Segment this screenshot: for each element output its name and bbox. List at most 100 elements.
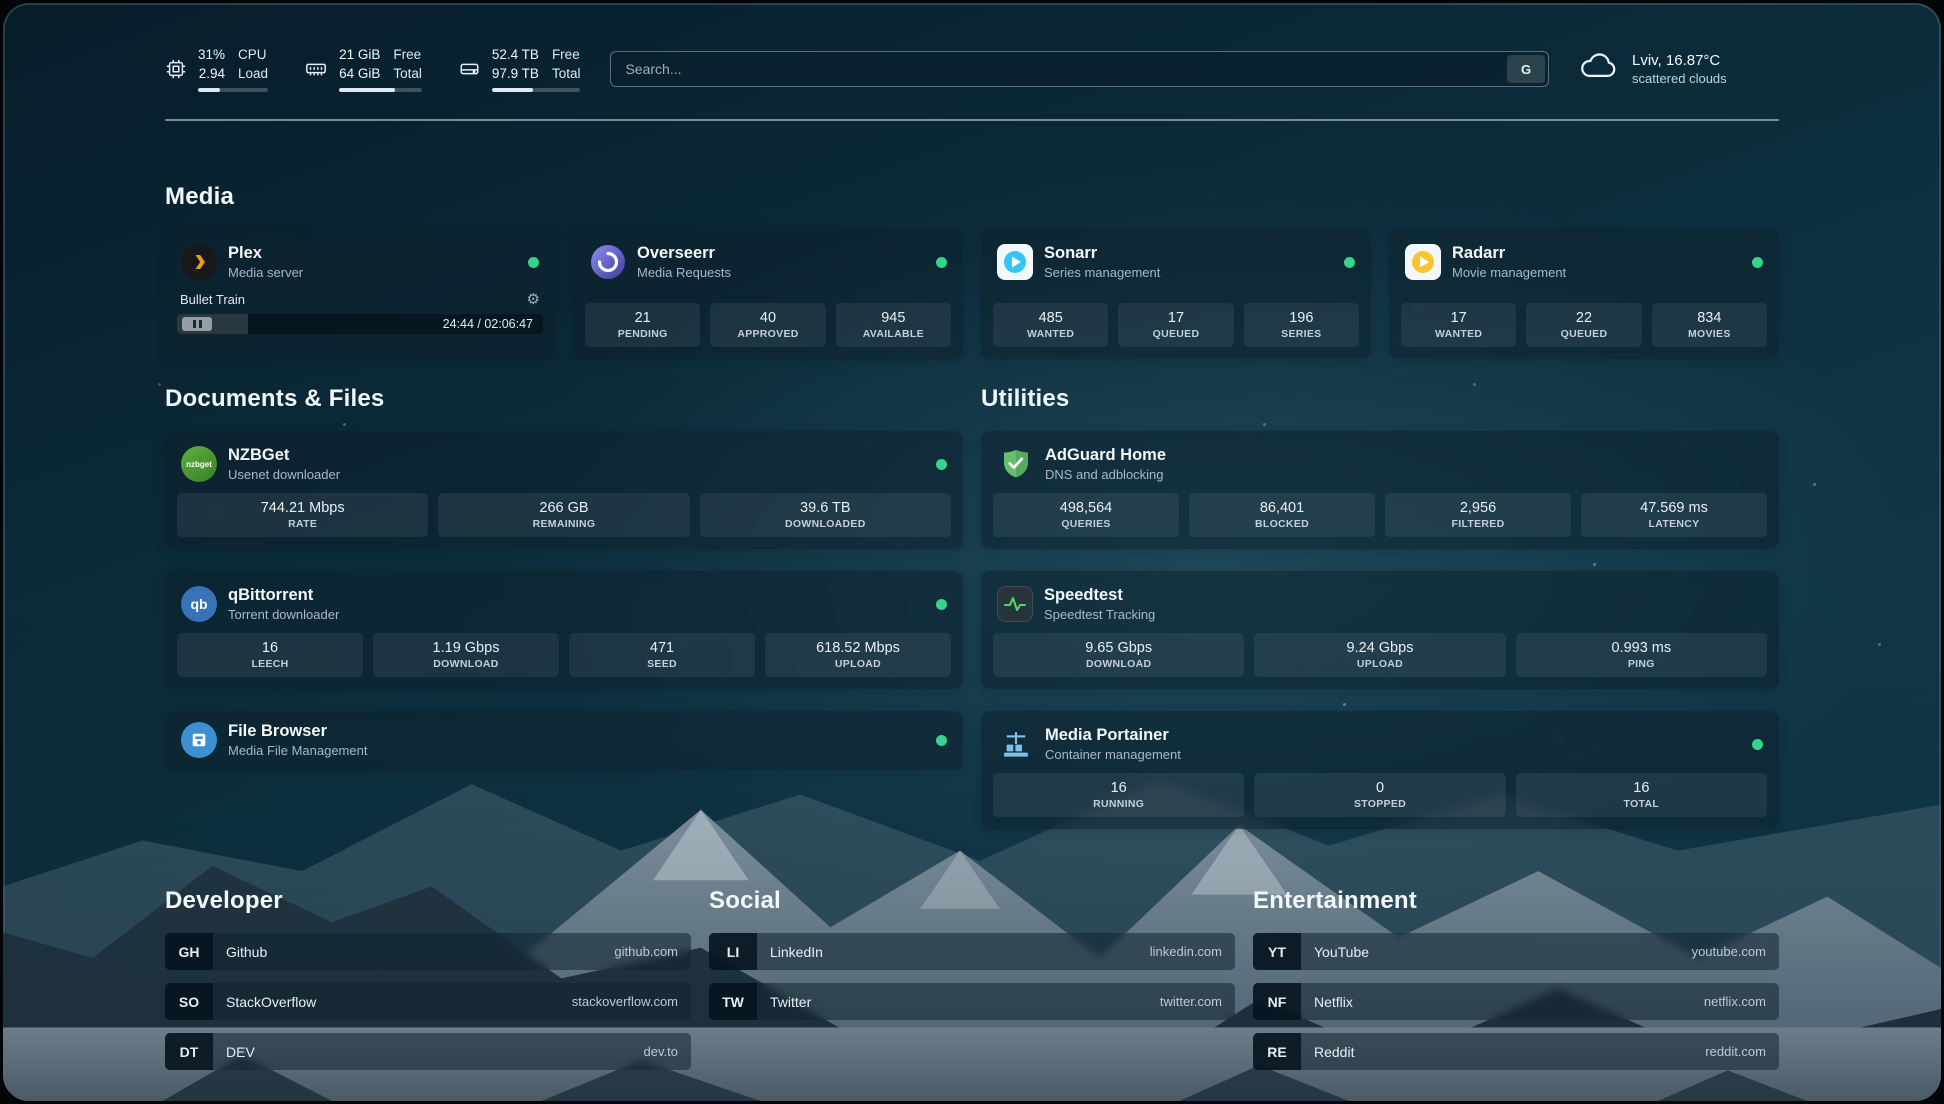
cpu-widget: 31% 2.94 CPU Load: [165, 46, 268, 92]
card-adguard[interactable]: AdGuard Home DNS and adblocking 498,564 …: [981, 431, 1779, 549]
service-name: Radarr: [1452, 243, 1566, 264]
weather-condition: scattered clouds: [1632, 71, 1727, 86]
bookmark-twitter[interactable]: TW Twitter twitter.com: [709, 983, 1235, 1020]
stat-rate: 744.21 Mbps RATE: [177, 493, 428, 537]
service-description: Container management: [1045, 747, 1181, 764]
stat-label: RUNNING: [997, 798, 1240, 810]
bookmark-youtube[interactable]: YT YouTube youtube.com: [1253, 933, 1779, 970]
service-name: NZBGet: [228, 445, 340, 466]
card-radarr[interactable]: Radarr Movie management 17 WANTED 22 QUE…: [1389, 229, 1779, 359]
bookmark-netflix[interactable]: NF Netflix netflix.com: [1253, 983, 1779, 1020]
stat-label: QUEUED: [1122, 328, 1229, 340]
pause-button[interactable]: [182, 317, 212, 331]
stat-label: STOPPED: [1258, 798, 1501, 810]
search-input[interactable]: [610, 51, 1549, 87]
stat-value: 0.993 ms: [1520, 640, 1763, 656]
card-sonarr[interactable]: Sonarr Series management 485 WANTED 17 Q…: [981, 229, 1371, 359]
memory-free-label: Free: [393, 46, 422, 65]
service-name: Plex: [228, 243, 303, 264]
speedtest-icon: [997, 586, 1033, 622]
service-description: Speedtest Tracking: [1044, 607, 1155, 624]
gear-icon[interactable]: ⚙: [527, 292, 540, 307]
cpu-load-value: 2.94: [199, 65, 225, 84]
stat-label: REMAINING: [442, 518, 685, 530]
card-filebrowser[interactable]: File Browser Media File Management: [165, 711, 963, 770]
stat-value: 9.24 Gbps: [1258, 640, 1501, 656]
bookmark-name: Reddit: [1301, 1033, 1705, 1070]
memory-total-value: 64 GiB: [339, 65, 380, 84]
qbittorrent-icon: qb: [181, 586, 217, 622]
service-description: Media server: [228, 265, 303, 282]
playback-progress-bar[interactable]: 24:44 / 02:06:47: [177, 314, 543, 334]
bookmark-url: stackoverflow.com: [572, 983, 691, 1020]
bookmark-name: StackOverflow: [213, 983, 572, 1020]
stat-value: 618.52 Mbps: [769, 640, 947, 656]
stat-value: 945: [840, 310, 947, 326]
stat-value: 0: [1258, 780, 1501, 796]
stat-series: 196 SERIES: [1244, 303, 1359, 347]
nzbget-icon: nzbget: [181, 446, 217, 482]
bookmark-name: Twitter: [757, 983, 1160, 1020]
cpu-load-label: Load: [238, 65, 268, 84]
card-plex[interactable]: Plex Media server Bullet Train ⚙ 24:44 /…: [165, 229, 555, 359]
stat-remaining: 266 GB REMAINING: [438, 493, 689, 537]
card-overseerr[interactable]: Overseerr Media Requests 21 PENDING 40 A…: [573, 229, 963, 359]
stat-value: 47.569 ms: [1585, 500, 1763, 516]
section-title-utilities: Utilities: [981, 385, 1779, 413]
stat-value: 196: [1248, 310, 1355, 326]
card-portainer[interactable]: Media Portainer Container management 16 …: [981, 711, 1779, 829]
card-nzbget[interactable]: nzbget NZBGet Usenet downloader 744.21 M…: [165, 431, 963, 549]
bookmark-github[interactable]: GH Github github.com: [165, 933, 691, 970]
search-provider-button[interactable]: G: [1507, 55, 1545, 83]
bookmark-abbr: RE: [1253, 1033, 1301, 1070]
service-description: DNS and adblocking: [1045, 467, 1166, 484]
disk-free-label: Free: [552, 46, 581, 65]
stat-label: AVAILABLE: [840, 328, 947, 340]
status-dot: [1752, 739, 1763, 750]
section-title-developer: Developer: [165, 887, 691, 915]
bookmark-stackoverflow[interactable]: SO StackOverflow stackoverflow.com: [165, 983, 691, 1020]
stat-value: 498,564: [997, 500, 1175, 516]
stat-total: 16 TOTAL: [1516, 773, 1767, 817]
bookmark-url: reddit.com: [1705, 1033, 1779, 1070]
disk-total-label: Total: [552, 65, 581, 84]
service-description: Series management: [1044, 265, 1160, 282]
stat-wanted: 485 WANTED: [993, 303, 1108, 347]
bookmark-name: LinkedIn: [757, 933, 1150, 970]
section-title-social: Social: [709, 887, 1235, 915]
filebrowser-icon: [181, 722, 217, 758]
status-dot: [936, 599, 947, 610]
plex-icon: [181, 244, 217, 280]
stat-filtered: 2,956 FILTERED: [1385, 493, 1571, 537]
card-qbittorrent[interactable]: qb qBittorrent Torrent downloader 16 LEE…: [165, 571, 963, 689]
status-dot: [528, 257, 539, 268]
stat-value: 86,401: [1193, 500, 1371, 516]
service-description: Usenet downloader: [228, 467, 340, 484]
bookmark-dev[interactable]: DT DEV dev.to: [165, 1033, 691, 1070]
header-divider: [165, 119, 1779, 121]
stat-wanted: 17 WANTED: [1401, 303, 1516, 347]
stat-label: DOWNLOAD: [377, 658, 555, 670]
service-description: Media Requests: [637, 265, 731, 282]
bookmark-name: Netflix: [1301, 983, 1704, 1020]
bookmark-abbr: NF: [1253, 983, 1301, 1020]
bookmarks-developer: Developer GH Github github.com SO StackO…: [165, 887, 691, 1083]
service-name: AdGuard Home: [1045, 445, 1166, 466]
stat-label: TOTAL: [1520, 798, 1763, 810]
stat-label: QUERIES: [997, 518, 1175, 530]
status-dot: [936, 735, 947, 746]
bookmark-name: DEV: [213, 1033, 644, 1070]
stat-label: LATENCY: [1585, 518, 1763, 530]
disk-free-value: 52.4 TB: [492, 46, 539, 65]
card-speedtest[interactable]: Speedtest Speedtest Tracking 9.65 Gbps D…: [981, 571, 1779, 689]
bookmark-reddit[interactable]: RE Reddit reddit.com: [1253, 1033, 1779, 1070]
bookmark-linkedin[interactable]: LI LinkedIn linkedin.com: [709, 933, 1235, 970]
stat-value: 22: [1530, 310, 1637, 326]
bookmark-abbr: GH: [165, 933, 213, 970]
stat-label: APPROVED: [714, 328, 821, 340]
service-description: Movie management: [1452, 265, 1566, 282]
stat-ping: 0.993 ms PING: [1516, 633, 1767, 677]
bookmarks-entertainment: Entertainment YT YouTube youtube.com NF …: [1253, 887, 1779, 1083]
service-name: Media Portainer: [1045, 725, 1181, 746]
stat-value: 744.21 Mbps: [181, 500, 424, 516]
